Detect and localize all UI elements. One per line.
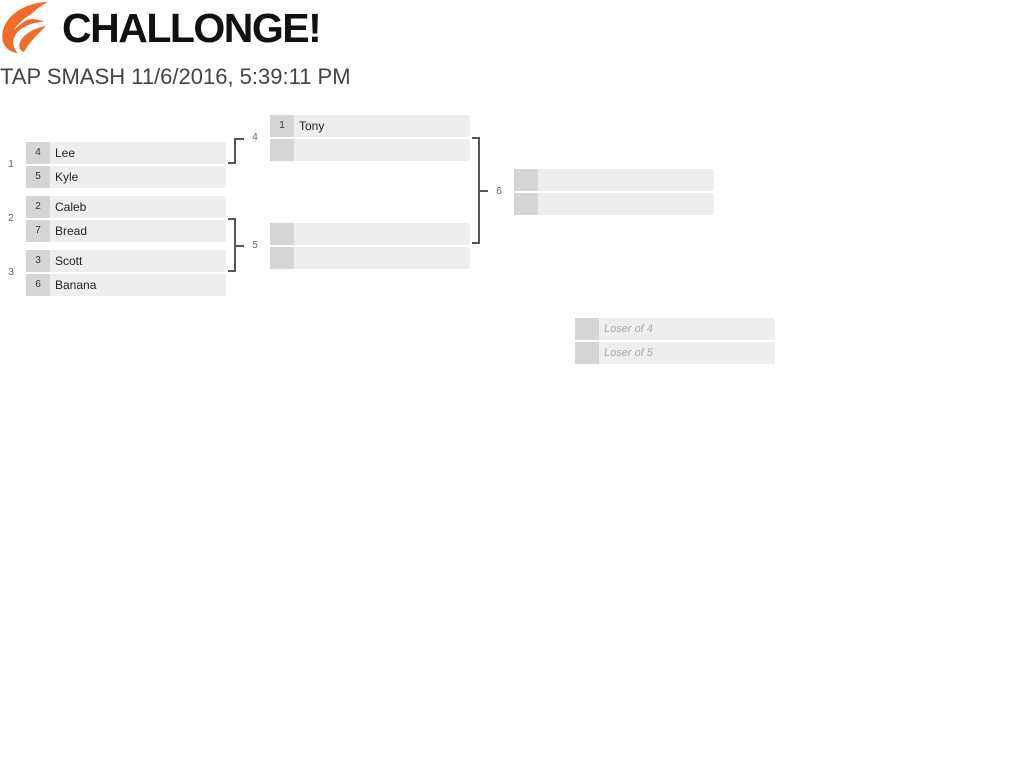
seed-badge: 7 [26,220,50,242]
match-4[interactable]: 1 Tony [270,115,470,161]
bracket-connector [234,138,236,164]
match-number: 1 [8,159,14,170]
match-number: 4 [252,132,258,143]
player-slot[interactable] [514,169,714,191]
player-slot[interactable] [270,139,470,161]
player-name: Lee [55,146,76,160]
match-1[interactable]: 4 Lee 5 Kyle [26,142,226,188]
player-slot[interactable]: 5 Kyle [26,166,226,188]
bracket-connector [236,245,244,247]
seed-badge [514,193,538,215]
player-slot[interactable]: 4 Lee [26,142,226,164]
player-name: Bread [55,224,88,238]
player-slot[interactable]: 2 Caleb [26,196,226,218]
seed-badge: 4 [26,142,50,164]
bracket-connector [480,190,488,192]
seed-badge: 3 [26,250,50,272]
third-place-match[interactable]: Loser of 4 Loser of 5 [575,318,775,364]
seed-badge: 6 [26,274,50,296]
seed-badge [575,318,599,340]
player-slot[interactable] [270,223,470,245]
seed-badge [270,247,294,269]
match-3[interactable]: 3 Scott 6 Banana [26,250,226,296]
player-name: Caleb [55,200,87,214]
match-number: 5 [252,240,258,251]
seed-badge [514,169,538,191]
tournament-title: TAP SMASH 11/6/2016, 5:39:11 PM [0,64,351,89]
match-number: 3 [8,267,14,278]
seed-badge: 5 [26,166,50,188]
player-slot[interactable]: 6 Banana [26,274,226,296]
seed-badge: 1 [270,115,294,137]
seed-badge [575,342,599,364]
player-slot[interactable] [514,193,714,215]
player-slot[interactable]: 7 Bread [26,220,226,242]
seed-badge: 2 [26,196,50,218]
match-5[interactable] [270,223,470,269]
player-placeholder: Loser of 5 [604,347,653,359]
player-slot[interactable]: 3 Scott [26,250,226,272]
bracket-connector [236,138,244,140]
player-slot[interactable]: Loser of 5 [575,342,775,364]
player-slot[interactable]: 1 Tony [270,115,470,137]
seed-badge [270,223,294,245]
match-2[interactable]: 2 Caleb 7 Bread [26,196,226,242]
player-name: Kyle [55,170,79,184]
player-name: Tony [299,119,325,133]
player-name: Scott [55,254,83,268]
match-6[interactable] [514,169,714,215]
seed-badge [270,139,294,161]
bracket-connector [228,162,236,164]
player-placeholder: Loser of 4 [604,323,653,335]
challonge-flame-icon [2,2,49,53]
brand-name: CHALLONGE! [62,5,322,51]
match-number: 2 [8,213,14,224]
match-number: 6 [496,186,502,197]
player-slot[interactable]: Loser of 4 [575,318,775,340]
player-name: Banana [55,278,97,292]
challonge-logo[interactable]: CHALLONGE! [0,0,322,56]
player-slot[interactable] [270,247,470,269]
